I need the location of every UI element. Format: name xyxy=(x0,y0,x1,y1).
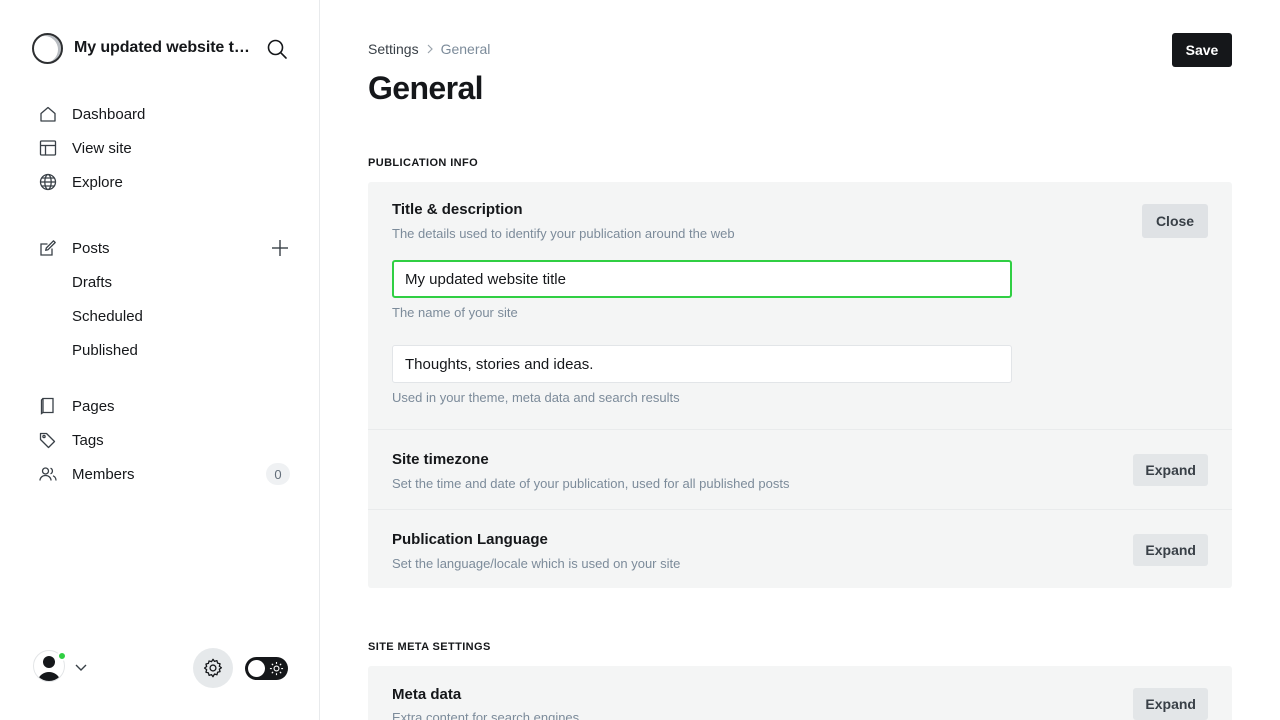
home-icon xyxy=(37,103,59,125)
gear-icon xyxy=(203,658,223,678)
nav-label: Dashboard xyxy=(72,105,146,123)
section-heading-publication-info: PUBLICATION INFO xyxy=(368,157,479,169)
site-meta-panel: Meta data Extra content for search engin… xyxy=(368,666,1232,720)
sidebar-footer xyxy=(32,648,288,688)
expand-meta-button[interactable]: Expand xyxy=(1133,688,1208,720)
site-description-hint: Used in your theme, meta data and search… xyxy=(392,390,680,405)
site-brand[interactable]: My updated website title xyxy=(32,32,288,64)
site-description-input[interactable]: Thoughts, stories and ideas. xyxy=(392,345,1012,383)
sun-icon xyxy=(269,661,284,676)
nav-pages[interactable]: Pages xyxy=(32,389,290,423)
block-title: Site timezone xyxy=(392,451,489,468)
nav-members[interactable]: Members 0 xyxy=(32,457,290,491)
nav-label: Scheduled xyxy=(72,307,143,325)
close-button[interactable]: Close xyxy=(1142,204,1208,238)
page-title: General xyxy=(368,70,484,106)
block-title: Title & description xyxy=(392,201,523,218)
members-count-badge: 0 xyxy=(266,463,290,485)
nav-label: Tags xyxy=(72,431,104,449)
site-title-input[interactable]: My updated website title xyxy=(392,260,1012,298)
nav-label: Posts xyxy=(72,239,110,257)
nav-label: Pages xyxy=(72,397,115,415)
nav-dashboard[interactable]: Dashboard xyxy=(32,97,290,131)
save-button[interactable]: Save xyxy=(1172,33,1232,67)
posts-nav: Posts Drafts Scheduled Published xyxy=(32,231,290,367)
primary-nav: Dashboard View site Explore xyxy=(32,97,290,199)
tag-icon xyxy=(37,429,59,451)
breadcrumb-settings-link[interactable]: Settings xyxy=(368,41,419,57)
page-icon xyxy=(37,395,59,417)
section-heading-site-meta: SITE META SETTINGS xyxy=(368,641,491,653)
site-title: My updated website title xyxy=(74,39,250,56)
chevron-right-icon xyxy=(425,44,435,54)
toggle-knob xyxy=(248,660,265,677)
block-description: The details used to identify your public… xyxy=(392,226,735,241)
block-title: Publication Language xyxy=(392,531,548,548)
nav-label: View site xyxy=(72,139,132,157)
block-description: Set the language/locale which is used on… xyxy=(392,556,681,571)
block-description: Set the time and date of your publicatio… xyxy=(392,476,790,491)
dark-mode-toggle[interactable] xyxy=(245,657,288,680)
expand-timezone-button[interactable]: Expand xyxy=(1133,454,1208,486)
content-nav: Pages Tags Members 0 xyxy=(32,389,290,491)
site-logo xyxy=(32,32,63,64)
meta-data-block: Meta data Extra content for search engin… xyxy=(368,666,1232,720)
nav-label: Members xyxy=(72,465,135,483)
online-status-dot xyxy=(57,651,67,661)
search-icon[interactable] xyxy=(266,38,288,60)
nav-label: Drafts xyxy=(72,273,113,291)
nav-posts[interactable]: Posts xyxy=(32,231,290,265)
block-title: Meta data xyxy=(392,686,462,703)
nav-label: Published xyxy=(72,341,138,359)
block-description: Extra content for search engines xyxy=(392,710,580,720)
publication-info-panel: Title & description The details used to … xyxy=(368,182,1232,588)
breadcrumb: Settings General xyxy=(368,40,490,58)
nav-view-site[interactable]: View site xyxy=(32,131,290,165)
add-post-icon[interactable] xyxy=(270,238,290,258)
members-icon xyxy=(37,463,59,485)
breadcrumb-current: General xyxy=(440,41,491,57)
nav-scheduled[interactable]: Scheduled xyxy=(32,299,290,333)
nav-tags[interactable]: Tags xyxy=(32,423,290,457)
title-description-block: Title & description The details used to … xyxy=(368,182,1232,430)
publication-language-block: Publication Language Set the language/lo… xyxy=(368,510,1232,588)
settings-button[interactable] xyxy=(193,648,233,688)
edit-icon xyxy=(37,237,59,259)
nav-explore[interactable]: Explore xyxy=(32,165,290,199)
main-content: Settings General Save General PUBLICATIO… xyxy=(368,0,1232,720)
chevron-down-icon[interactable] xyxy=(74,660,88,674)
nav-published[interactable]: Published xyxy=(32,333,290,367)
globe-icon xyxy=(37,171,59,193)
nav-drafts[interactable]: Drafts xyxy=(32,265,290,299)
sidebar: My updated website title Dashboard View … xyxy=(0,0,320,720)
layout-icon xyxy=(37,137,59,159)
site-title-hint: The name of your site xyxy=(392,305,518,320)
site-timezone-block: Site timezone Set the time and date of y… xyxy=(368,430,1232,510)
expand-language-button[interactable]: Expand xyxy=(1133,534,1208,566)
nav-label: Explore xyxy=(72,173,123,191)
